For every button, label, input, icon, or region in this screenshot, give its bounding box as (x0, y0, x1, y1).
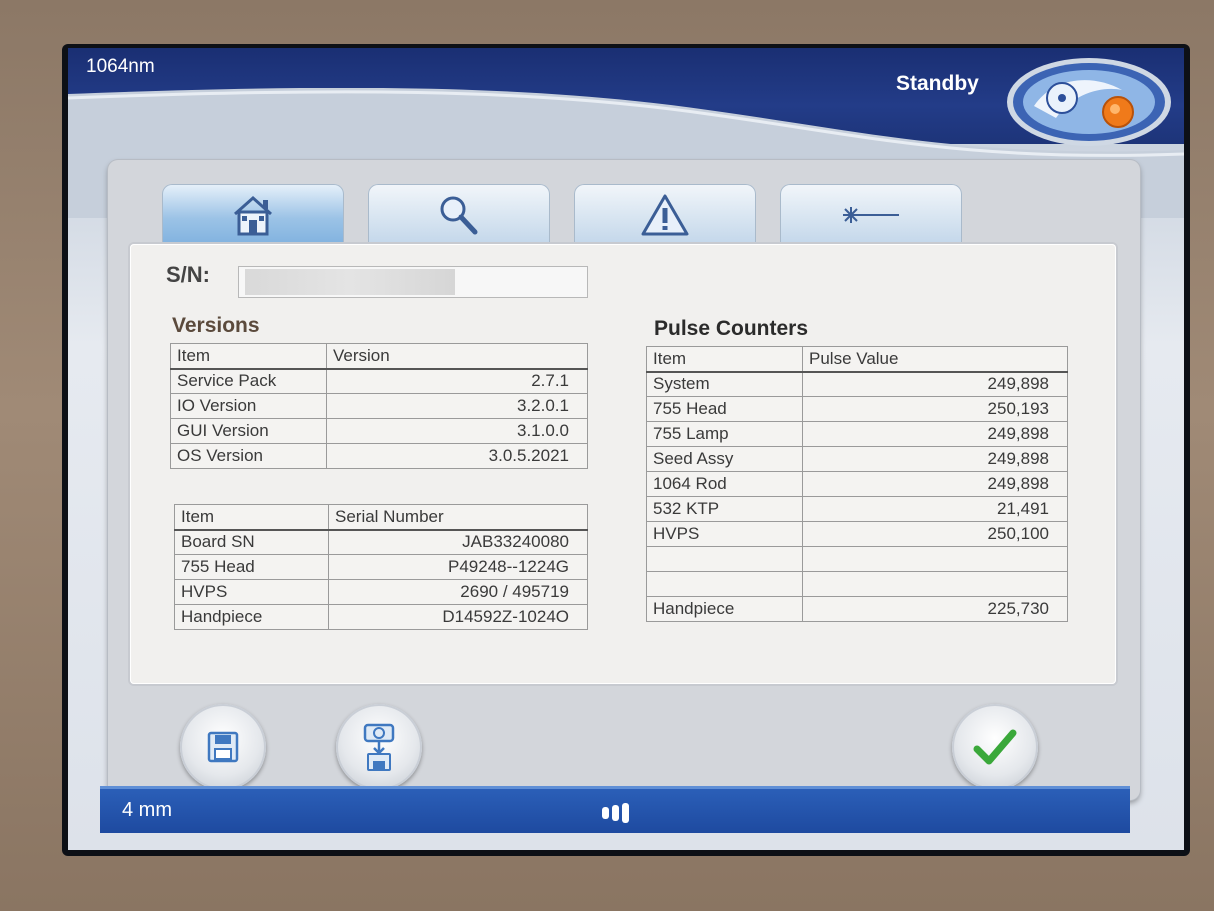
table-cell: 249,898 (802, 371, 1068, 397)
laser-beam-icon (843, 207, 899, 223)
search-icon (440, 196, 478, 235)
tab-warning[interactable] (574, 184, 756, 246)
table-row: IO Version 3.2.0.1 (170, 393, 588, 419)
column-header: Item (170, 343, 327, 370)
table-cell: IO Version (170, 393, 327, 419)
laser-status-label: Standby (896, 72, 979, 95)
checkmark-icon (973, 729, 1017, 765)
table-cell (646, 546, 803, 572)
table-row: System 249,898 (646, 371, 1068, 397)
table-cell: 249,898 (802, 421, 1068, 447)
home-icon (234, 195, 272, 236)
table-row: 755 Lamp 249,898 (646, 421, 1068, 447)
table-header-row: Item Serial Number (174, 504, 588, 531)
table-cell: 3.2.0.1 (326, 393, 588, 419)
column-header: Item (174, 504, 329, 531)
table-cell: 1064 Rod (646, 471, 803, 497)
table-row (646, 571, 1068, 597)
table-row: 1064 Rod 249,898 (646, 471, 1068, 497)
table-cell: Handpiece (174, 604, 329, 630)
table-cell (802, 546, 1068, 572)
table-row (646, 546, 1068, 572)
versions-table: Item Version Service Pack 2.7.1 IO Versi… (170, 343, 588, 469)
tab-search[interactable] (368, 184, 550, 246)
table-row: Handpiece 225,730 (646, 596, 1068, 622)
export-to-disk-icon (363, 723, 395, 771)
table-cell (646, 571, 803, 597)
spot-size-label: 4 mm (122, 799, 172, 821)
versions-title: Versions (172, 314, 260, 337)
table-cell: Seed Assy (646, 446, 803, 472)
table-cell: HVPS (646, 521, 803, 547)
table-row: OS Version 3.0.5.2021 (170, 443, 588, 469)
save-button[interactable] (180, 704, 266, 790)
table-header-row: Item Version (170, 343, 588, 370)
column-header: Serial Number (328, 504, 588, 531)
table-cell: 21,491 (802, 496, 1068, 522)
pulse-counters-table: Item Pulse Value System 249,898 755 Head… (646, 346, 1068, 622)
table-row: 532 KTP 21,491 (646, 496, 1068, 522)
table-row: HVPS 250,100 (646, 521, 1068, 547)
floppy-disk-icon (207, 731, 239, 763)
table-cell: 532 KTP (646, 496, 803, 522)
table-cell: OS Version (170, 443, 327, 469)
table-cell: GUI Version (170, 418, 327, 444)
table-cell: P49248--1224G (328, 554, 588, 580)
column-header: Item (646, 346, 803, 373)
standby-ready-toggle-button[interactable] (1004, 56, 1174, 148)
table-header-row: Item Pulse Value (646, 346, 1068, 373)
warning-icon (641, 194, 689, 236)
column-header: Pulse Value (802, 346, 1068, 373)
serial-number-label: S/N: (166, 262, 210, 287)
table-cell: Board SN (174, 529, 329, 555)
table-cell: 3.1.0.0 (326, 418, 588, 444)
table-row: Handpiece D14592Z-1024O (174, 604, 588, 630)
column-header: Version (326, 343, 588, 370)
export-to-disk-button[interactable] (336, 704, 422, 790)
table-cell: 2.7.1 (326, 368, 588, 394)
table-cell (802, 571, 1068, 597)
serial-number-field (238, 266, 588, 298)
table-cell: 249,898 (802, 446, 1068, 472)
table-cell: JAB33240080 (328, 529, 588, 555)
handle-grip-icon (602, 803, 629, 823)
table-cell: 755 Head (646, 396, 803, 422)
table-row: Board SN JAB33240080 (174, 529, 588, 555)
tab-home[interactable] (162, 184, 344, 246)
standby-ready-logo-icon (1007, 58, 1171, 146)
pulse-counters-title: Pulse Counters (654, 317, 809, 340)
table-cell: 755 Head (174, 554, 329, 580)
table-cell: 2690 / 495719 (328, 579, 588, 605)
table-row: Service Pack 2.7.1 (170, 368, 588, 394)
confirm-button[interactable] (952, 704, 1038, 790)
serial-number-redacted (245, 269, 455, 295)
table-row: HVPS 2690 / 495719 (174, 579, 588, 605)
top-bar: 1064nm Standby (68, 48, 1184, 218)
drawer-handle[interactable] (598, 799, 638, 825)
table-row: Seed Assy 249,898 (646, 446, 1068, 472)
table-cell: 3.0.5.2021 (326, 443, 588, 469)
wavelength-label: 1064nm (86, 56, 155, 77)
table-row: GUI Version 3.1.0.0 (170, 418, 588, 444)
table-row: 755 Head 250,193 (646, 396, 1068, 422)
tab-laser[interactable] (780, 184, 962, 246)
table-cell: HVPS (174, 579, 329, 605)
table-cell: D14592Z-1024O (328, 604, 588, 630)
table-row: 755 Head P49248--1224G (174, 554, 588, 580)
bottom-status-bar: 4 mm (100, 786, 1130, 833)
table-cell: 250,100 (802, 521, 1068, 547)
table-cell: Handpiece (646, 596, 803, 622)
table-cell: System (646, 371, 803, 397)
table-cell: 755 Lamp (646, 421, 803, 447)
table-cell: 249,898 (802, 471, 1068, 497)
table-cell: 250,193 (802, 396, 1068, 422)
serial-numbers-table: Item Serial Number Board SN JAB33240080 … (174, 504, 588, 630)
table-cell: Service Pack (170, 368, 327, 394)
touch-screen: 1064nm Standby S/N: Versions Item Versio… (62, 44, 1190, 856)
table-cell: 225,730 (802, 596, 1068, 622)
